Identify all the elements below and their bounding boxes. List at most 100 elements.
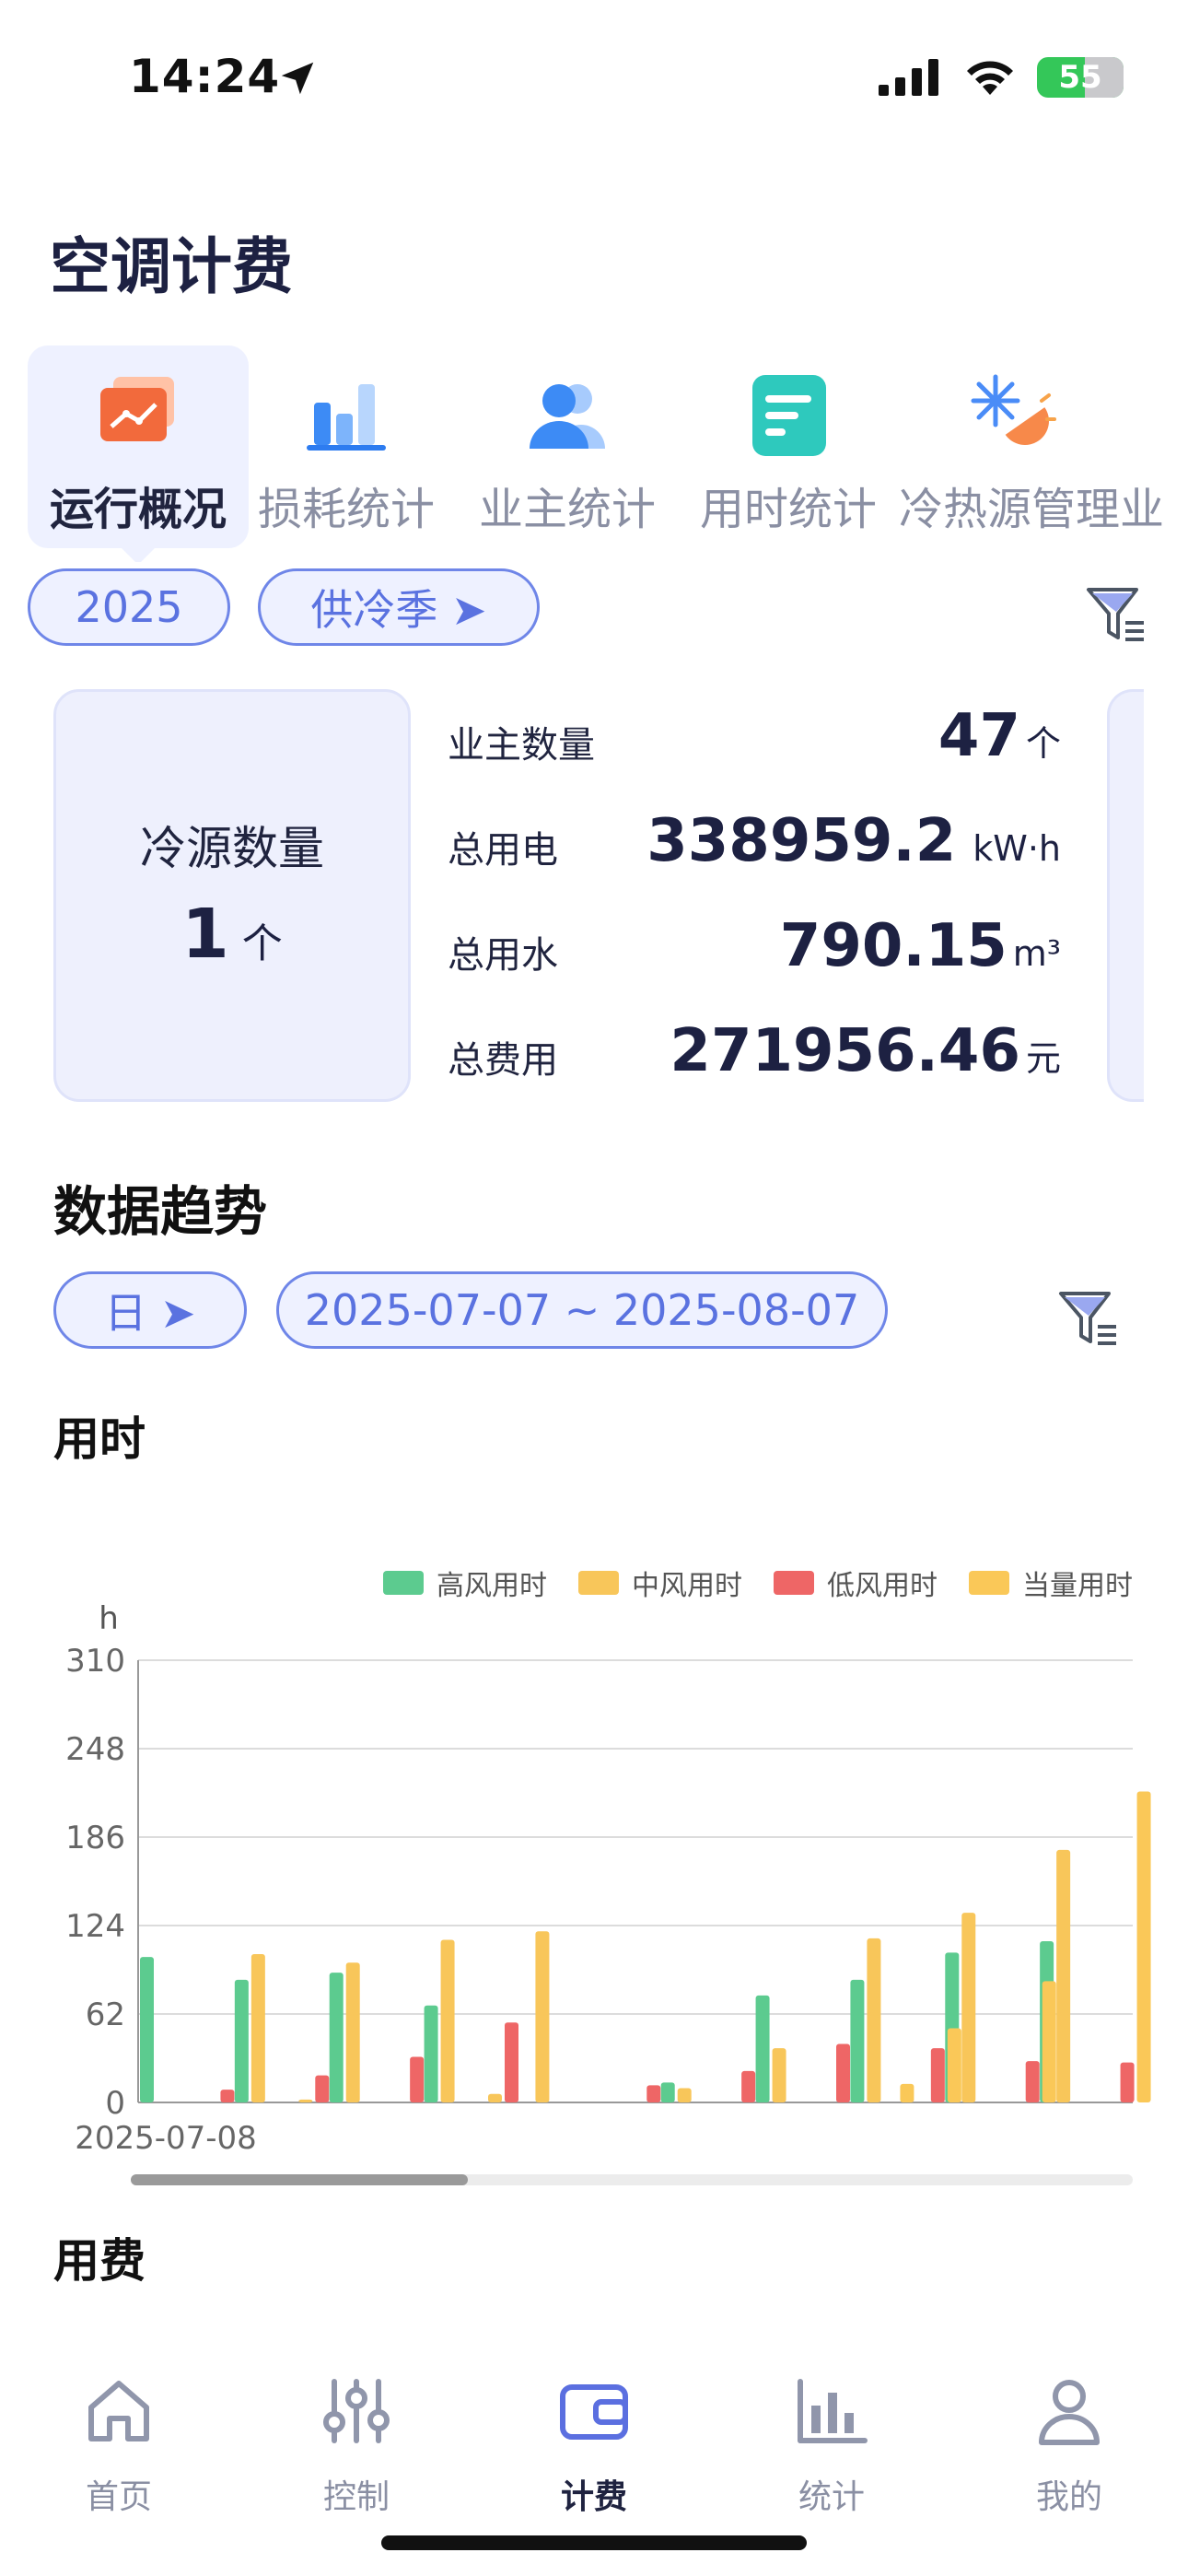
y-tick-label: 62 xyxy=(86,1996,125,2033)
usage-chart-title: 用时 xyxy=(53,1412,146,1466)
legend-item[interactable]: 高风用时 xyxy=(383,1563,547,1603)
season-selector[interactable]: 供冷季 ➤ xyxy=(258,568,540,646)
sliders-icon xyxy=(323,2379,390,2443)
chart-legend: 高风用时 中风用时 低风用时 当量用时 xyxy=(383,1563,1133,1603)
bar xyxy=(646,2085,661,2102)
y-tick-label: 124 xyxy=(65,1908,125,1945)
y-axis-unit: h xyxy=(99,1603,119,1637)
cold-source-value: 1个 xyxy=(181,895,283,974)
wifi-icon xyxy=(967,61,1013,95)
bar xyxy=(961,1913,976,2102)
bar xyxy=(220,2090,235,2102)
tab-label: 损耗统计 xyxy=(257,484,435,535)
wallet-icon xyxy=(560,2384,628,2440)
period-selector[interactable]: 日 ➤ xyxy=(53,1271,247,1349)
tab-label: 业 xyxy=(1120,484,1165,535)
bar xyxy=(535,1931,550,2102)
tab-label: 用时统计 xyxy=(699,484,877,535)
tab-label: 冷热源管理 xyxy=(898,484,1120,535)
bar xyxy=(755,1995,770,2102)
next-card-peek[interactable] xyxy=(1107,689,1144,1102)
tab-overview[interactable]: 运行概况 xyxy=(28,345,249,548)
tab-time-stats[interactable]: 用时统计 xyxy=(678,345,899,548)
y-tick-label: 310 xyxy=(65,1643,125,1680)
year-selector[interactable]: 2025 xyxy=(28,568,230,646)
x-tick-label: 2025-07-08 xyxy=(75,2120,257,2157)
home-icon xyxy=(88,2381,149,2441)
nav-profile[interactable]: 我的 xyxy=(950,2354,1188,2538)
bar xyxy=(1056,1849,1071,2102)
bar xyxy=(947,2028,961,2102)
legend-swatch xyxy=(383,1571,424,1595)
nav-home[interactable]: 首页 xyxy=(0,2354,238,2538)
bar xyxy=(660,2082,675,2102)
y-tick-label: 186 xyxy=(65,1820,125,1856)
bar xyxy=(1042,1981,1056,2102)
filter-icon[interactable] xyxy=(1083,580,1149,647)
bar xyxy=(1025,2061,1040,2102)
usage-bar-chart[interactable]: h 0 62 124 186 248 310 2025-07-08 xyxy=(0,1603,1188,2174)
bar xyxy=(140,1957,154,2102)
bar xyxy=(850,1979,865,2102)
snow-sun-icon xyxy=(971,374,1056,445)
bottom-nav: 首页 控制 计费 统计 我的 xyxy=(0,2354,1188,2538)
nav-control[interactable]: 控制 xyxy=(238,2354,475,2538)
legend-swatch xyxy=(969,1571,1009,1595)
bar xyxy=(772,2048,786,2102)
bar xyxy=(345,1962,360,2102)
chart-line-icon xyxy=(100,377,174,441)
bar xyxy=(900,2083,914,2102)
stat-total-power: 总用电 338959.2 kW·h xyxy=(448,807,1061,875)
cold-source-card: 冷源数量 1个 xyxy=(53,689,411,1102)
tab-loss-stats[interactable]: 损耗统计 xyxy=(236,345,457,548)
signal-icon xyxy=(879,59,938,96)
cost-chart-title: 用费 xyxy=(53,2234,146,2288)
bar xyxy=(677,2088,692,2102)
legend-item[interactable]: 中风用时 xyxy=(578,1563,742,1603)
bar xyxy=(867,1938,881,2102)
nav-stats[interactable]: 统计 xyxy=(713,2354,950,2538)
status-icons: 55 xyxy=(879,57,1124,98)
location-arrow-icon xyxy=(281,62,314,95)
battery-indicator: 55 xyxy=(1037,57,1124,98)
bar xyxy=(741,2070,756,2102)
bar xyxy=(298,2099,313,2102)
stats-icon xyxy=(798,2379,868,2443)
chart-scroll-thumb[interactable] xyxy=(131,2174,468,2185)
date-range-selector[interactable]: 2025-07-07 ~ 2025-08-07 xyxy=(276,1271,888,1349)
bar xyxy=(315,2075,330,2102)
tab-owner-stats[interactable]: 业主统计 xyxy=(457,345,678,548)
bar xyxy=(488,2093,502,2102)
users-icon xyxy=(530,384,605,449)
bar xyxy=(836,2043,850,2102)
y-tick-label: 0 xyxy=(105,2085,125,2122)
bar xyxy=(1136,1791,1151,2102)
bar-chart-icon xyxy=(307,384,386,451)
bar xyxy=(505,2022,518,2102)
page-title: 空调计费 xyxy=(50,231,293,302)
status-time: 14:24 xyxy=(129,50,281,103)
bar xyxy=(930,2048,945,2102)
home-indicator[interactable] xyxy=(381,2535,807,2550)
tab-label: 业主统计 xyxy=(478,484,656,535)
legend-swatch xyxy=(774,1571,814,1595)
legend-item[interactable]: 当量用时 xyxy=(969,1563,1133,1603)
bar xyxy=(410,2056,425,2102)
legend-item[interactable]: 低风用时 xyxy=(774,1563,938,1603)
filter-icon[interactable] xyxy=(1055,1284,1122,1351)
document-lines-icon xyxy=(752,375,826,456)
nav-billing[interactable]: 计费 xyxy=(475,2354,713,2538)
category-tabs: 运行概况 损耗统计 业主统计 用时统计 冷热源管理 业 xyxy=(0,345,1188,562)
stat-owner-count: 业主数量 47 个 xyxy=(448,702,1061,770)
bar xyxy=(329,1973,344,2102)
legend-swatch xyxy=(578,1571,619,1595)
tab-source-management[interactable]: 冷热源管理 xyxy=(899,345,1120,548)
person-icon xyxy=(1039,2380,1100,2445)
tab-more[interactable]: 业 xyxy=(1120,345,1188,548)
bar xyxy=(1120,2062,1135,2102)
bar xyxy=(250,1953,265,2102)
bar xyxy=(440,1939,455,2102)
bar xyxy=(234,1979,249,2102)
y-tick-label: 248 xyxy=(65,1731,125,1768)
bar xyxy=(424,2005,438,2102)
